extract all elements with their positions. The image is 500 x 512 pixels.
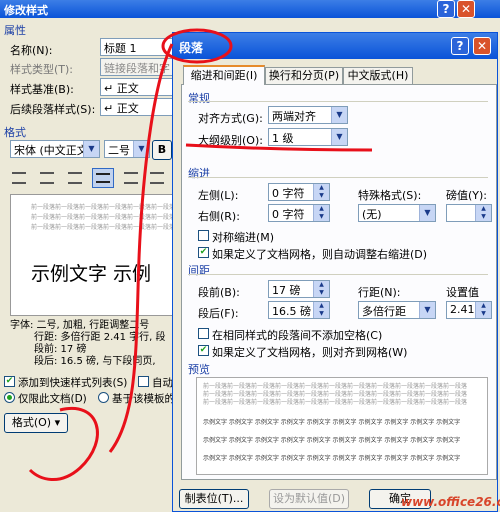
arrow-line-annotation — [108, 43, 174, 453]
title-circle-annotation — [161, 28, 233, 64]
format-button-circle-annotation — [28, 407, 99, 481]
tab-indent-spacing[interactable]: 缩进和间距(I) — [183, 65, 265, 85]
outline-underline-annotation — [185, 143, 373, 152]
